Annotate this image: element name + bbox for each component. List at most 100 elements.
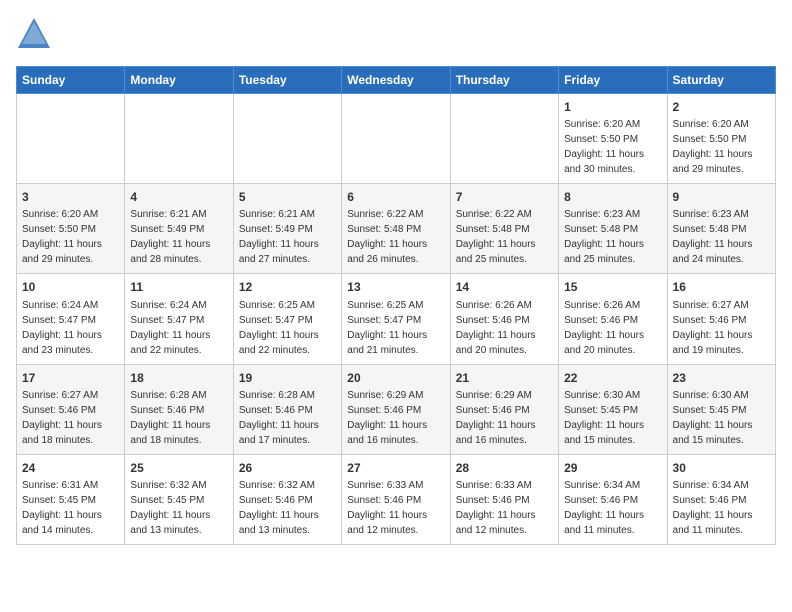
day-info: Sunrise: 6:29 AM Sunset: 5:46 PM Dayligh… xyxy=(347,390,427,446)
day-cell: 21 Sunrise: 6:29 AM Sunset: 5:46 PM Dayli… xyxy=(450,364,558,454)
day-cell: 24 Sunrise: 6:31 AM Sunset: 5:45 PM Dayli… xyxy=(17,454,125,544)
day-cell: 11 Sunrise: 6:24 AM Sunset: 5:47 PM Dayli… xyxy=(125,274,233,364)
day-number: 28 xyxy=(456,460,553,476)
day-number: 4 xyxy=(130,189,227,205)
week-row-2: 10 Sunrise: 6:24 AM Sunset: 5:47 PM Dayli… xyxy=(17,274,776,364)
calendar-header: SundayMondayTuesdayWednesdayThursdayFrid… xyxy=(17,67,776,94)
day-cell: 12Sunrise: 6:25 AM Sunset: 5:47 PM Dayli… xyxy=(233,274,341,364)
day-info: Sunrise: 6:31 AM Sunset: 5:45 PM Dayligh… xyxy=(22,480,102,536)
header-row: SundayMondayTuesdayWednesdayThursdayFrid… xyxy=(17,67,776,94)
day-number: 21 xyxy=(456,370,553,386)
day-number: 12 xyxy=(239,279,336,295)
day-number: 29 xyxy=(564,460,661,476)
day-info: Sunrise: 6:25 AM Sunset: 5:47 PM Dayligh… xyxy=(347,300,427,356)
day-cell: 5 Sunrise: 6:21 AM Sunset: 5:49 PM Daylig… xyxy=(233,184,341,274)
day-number: 16 xyxy=(673,279,770,295)
day-cell: 16 Sunrise: 6:27 AM Sunset: 5:46 PM Dayli… xyxy=(667,274,775,364)
week-row-0: 1 Sunrise: 6:20 AM Sunset: 5:50 PM Daylig… xyxy=(17,94,776,184)
logo xyxy=(16,16,56,52)
day-number: 22 xyxy=(564,370,661,386)
logo-icon xyxy=(16,16,52,52)
day-cell xyxy=(342,94,450,184)
day-info: Sunrise: 6:20 AM Sunset: 5:50 PM Dayligh… xyxy=(673,119,753,175)
day-info: Sunrise: 6:28 AM Sunset: 5:46 PM Dayligh… xyxy=(239,390,319,446)
day-cell xyxy=(125,94,233,184)
day-number: 13 xyxy=(347,279,444,295)
day-info: Sunrise: 6:30 AM Sunset: 5:45 PM Dayligh… xyxy=(673,390,753,446)
day-cell: 20 Sunrise: 6:29 AM Sunset: 5:46 PM Dayli… xyxy=(342,364,450,454)
day-number: 17 xyxy=(22,370,119,386)
calendar-table: SundayMondayTuesdayWednesdayThursdayFrid… xyxy=(16,66,776,545)
day-info: Sunrise: 6:27 AM Sunset: 5:46 PM Dayligh… xyxy=(22,390,102,446)
day-number: 1 xyxy=(564,99,661,115)
week-row-3: 17 Sunrise: 6:27 AM Sunset: 5:46 PM Dayli… xyxy=(17,364,776,454)
header-cell-wednesday: Wednesday xyxy=(342,67,450,94)
day-cell xyxy=(450,94,558,184)
day-cell xyxy=(17,94,125,184)
day-cell: 3Sunrise: 6:20 AM Sunset: 5:50 PM Daylig… xyxy=(17,184,125,274)
day-info: Sunrise: 6:26 AM Sunset: 5:46 PM Dayligh… xyxy=(564,300,644,356)
day-number: 5 xyxy=(239,189,336,205)
day-number: 10 xyxy=(22,279,119,295)
day-info: Sunrise: 6:28 AM Sunset: 5:46 PM Dayligh… xyxy=(130,390,210,446)
day-info: Sunrise: 6:29 AM Sunset: 5:46 PM Dayligh… xyxy=(456,390,536,446)
day-info: Sunrise: 6:24 AM Sunset: 5:47 PM Dayligh… xyxy=(130,300,210,356)
day-info: Sunrise: 6:21 AM Sunset: 5:49 PM Dayligh… xyxy=(130,209,210,265)
day-number: 23 xyxy=(673,370,770,386)
header xyxy=(16,16,776,52)
day-cell: 13 Sunrise: 6:25 AM Sunset: 5:47 PM Dayli… xyxy=(342,274,450,364)
day-cell: 9Sunrise: 6:23 AM Sunset: 5:48 PM Daylig… xyxy=(667,184,775,274)
day-cell: 4 Sunrise: 6:21 AM Sunset: 5:49 PM Daylig… xyxy=(125,184,233,274)
day-number: 15 xyxy=(564,279,661,295)
day-number: 6 xyxy=(347,189,444,205)
day-number: 11 xyxy=(130,279,227,295)
day-number: 30 xyxy=(673,460,770,476)
week-row-1: 3Sunrise: 6:20 AM Sunset: 5:50 PM Daylig… xyxy=(17,184,776,274)
day-number: 25 xyxy=(130,460,227,476)
day-number: 19 xyxy=(239,370,336,386)
day-info: Sunrise: 6:27 AM Sunset: 5:46 PM Dayligh… xyxy=(673,300,753,356)
day-cell: 2 Sunrise: 6:20 AM Sunset: 5:50 PM Daylig… xyxy=(667,94,775,184)
day-cell: 23 Sunrise: 6:30 AM Sunset: 5:45 PM Dayli… xyxy=(667,364,775,454)
day-cell: 22 Sunrise: 6:30 AM Sunset: 5:45 PM Dayli… xyxy=(559,364,667,454)
page: SundayMondayTuesdayWednesdayThursdayFrid… xyxy=(0,0,792,555)
calendar-body: 1 Sunrise: 6:20 AM Sunset: 5:50 PM Daylig… xyxy=(17,94,776,545)
header-cell-friday: Friday xyxy=(559,67,667,94)
day-number: 9 xyxy=(673,189,770,205)
day-cell: 17 Sunrise: 6:27 AM Sunset: 5:46 PM Dayli… xyxy=(17,364,125,454)
day-info: Sunrise: 6:26 AM Sunset: 5:46 PM Dayligh… xyxy=(456,300,536,356)
day-info: Sunrise: 6:34 AM Sunset: 5:46 PM Dayligh… xyxy=(564,480,644,536)
day-info: Sunrise: 6:22 AM Sunset: 5:48 PM Dayligh… xyxy=(347,209,427,265)
day-info: Sunrise: 6:24 AM Sunset: 5:47 PM Dayligh… xyxy=(22,300,102,356)
day-number: 20 xyxy=(347,370,444,386)
day-number: 18 xyxy=(130,370,227,386)
day-info: Sunrise: 6:21 AM Sunset: 5:49 PM Dayligh… xyxy=(239,209,319,265)
day-info: Sunrise: 6:33 AM Sunset: 5:46 PM Dayligh… xyxy=(456,480,536,536)
day-cell: 1 Sunrise: 6:20 AM Sunset: 5:50 PM Daylig… xyxy=(559,94,667,184)
header-cell-monday: Monday xyxy=(125,67,233,94)
day-number: 24 xyxy=(22,460,119,476)
day-cell: 7 Sunrise: 6:22 AM Sunset: 5:48 PM Daylig… xyxy=(450,184,558,274)
day-number: 8 xyxy=(564,189,661,205)
day-info: Sunrise: 6:30 AM Sunset: 5:45 PM Dayligh… xyxy=(564,390,644,446)
header-cell-saturday: Saturday xyxy=(667,67,775,94)
day-number: 2 xyxy=(673,99,770,115)
day-cell: 8Sunrise: 6:23 AM Sunset: 5:48 PM Daylig… xyxy=(559,184,667,274)
day-cell: 15 Sunrise: 6:26 AM Sunset: 5:46 PM Dayli… xyxy=(559,274,667,364)
day-cell: 14Sunrise: 6:26 AM Sunset: 5:46 PM Dayli… xyxy=(450,274,558,364)
day-info: Sunrise: 6:20 AM Sunset: 5:50 PM Dayligh… xyxy=(22,209,102,265)
week-row-4: 24 Sunrise: 6:31 AM Sunset: 5:45 PM Dayli… xyxy=(17,454,776,544)
day-info: Sunrise: 6:32 AM Sunset: 5:45 PM Dayligh… xyxy=(130,480,210,536)
day-info: Sunrise: 6:22 AM Sunset: 5:48 PM Dayligh… xyxy=(456,209,536,265)
day-cell: 10 Sunrise: 6:24 AM Sunset: 5:47 PM Dayli… xyxy=(17,274,125,364)
day-cell xyxy=(233,94,341,184)
day-cell: 26Sunrise: 6:32 AM Sunset: 5:46 PM Dayli… xyxy=(233,454,341,544)
day-cell: 27Sunrise: 6:33 AM Sunset: 5:46 PM Dayli… xyxy=(342,454,450,544)
header-cell-thursday: Thursday xyxy=(450,67,558,94)
day-info: Sunrise: 6:32 AM Sunset: 5:46 PM Dayligh… xyxy=(239,480,319,536)
day-info: Sunrise: 6:33 AM Sunset: 5:46 PM Dayligh… xyxy=(347,480,427,536)
day-cell: 6 Sunrise: 6:22 AM Sunset: 5:48 PM Daylig… xyxy=(342,184,450,274)
day-number: 7 xyxy=(456,189,553,205)
header-cell-sunday: Sunday xyxy=(17,67,125,94)
day-info: Sunrise: 6:20 AM Sunset: 5:50 PM Dayligh… xyxy=(564,119,644,175)
